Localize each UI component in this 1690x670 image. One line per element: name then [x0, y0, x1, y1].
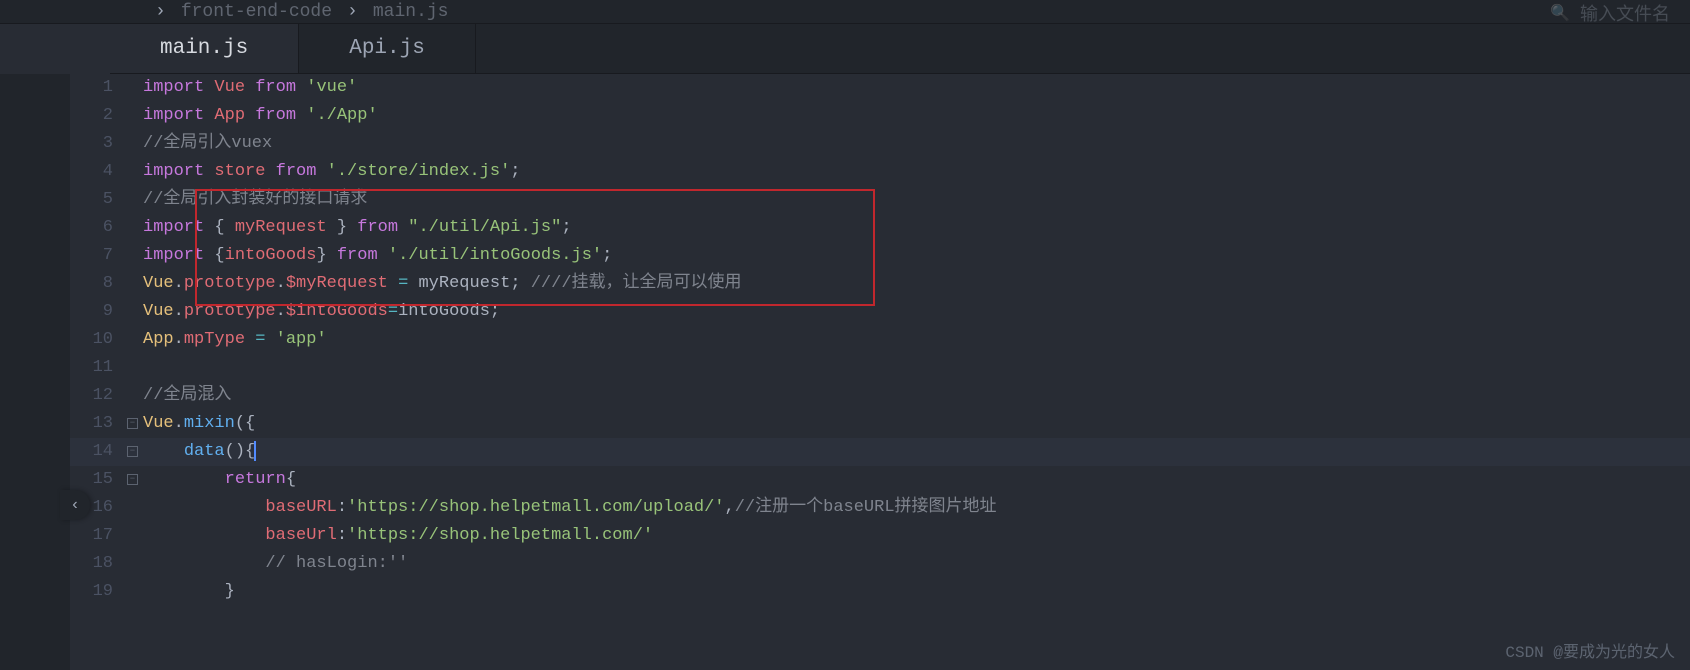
line-text[interactable]: Vue.prototype.$intoGoods=intoGoods;	[143, 298, 500, 326]
fold-gutter	[125, 578, 143, 606]
fold-marker-icon[interactable]: −	[127, 474, 138, 485]
fold-gutter	[125, 354, 143, 382]
code-line[interactable]: 17 baseUrl:'https://shop.helpetmall.com/…	[70, 522, 1690, 550]
fold-gutter	[125, 382, 143, 410]
line-number: 12	[70, 382, 125, 410]
code-line[interactable]: 13−Vue.mixin({	[70, 410, 1690, 438]
breadcrumb: › front-end-code › main.js	[155, 2, 448, 22]
line-text[interactable]: baseUrl:'https://shop.helpetmall.com/'	[143, 522, 653, 550]
code-line[interactable]: 8 Vue.prototype.$myRequest = myRequest; /…	[70, 270, 1690, 298]
line-number: 6	[70, 214, 125, 242]
code-line[interactable]: 6 import { myRequest } from "./util/Api.j…	[70, 214, 1690, 242]
line-number: 10	[70, 326, 125, 354]
line-number: 13	[70, 410, 125, 438]
line-number: 17	[70, 522, 125, 550]
line-text[interactable]: Vue.mixin({	[143, 410, 255, 438]
fold-gutter	[125, 298, 143, 326]
fold-gutter	[125, 522, 143, 550]
code-line[interactable]: 3 //全局引入vuex	[70, 130, 1690, 158]
line-text[interactable]: //全局引入vuex	[143, 130, 272, 158]
collapse-sidebar-button[interactable]: ‹	[60, 490, 90, 520]
line-text[interactable]: }	[143, 578, 235, 606]
code-line[interactable]: 10 App.mpType = 'app'	[70, 326, 1690, 354]
tab-main-js[interactable]: main.js	[110, 24, 299, 73]
line-text[interactable]: Vue.prototype.$myRequest = myRequest; //…	[143, 270, 742, 298]
fold-gutter	[125, 214, 143, 242]
fold-marker-icon[interactable]: −	[127, 418, 138, 429]
fold-gutter	[125, 74, 143, 102]
line-number: 1	[70, 74, 125, 102]
line-text[interactable]: import Vue from 'vue'	[143, 74, 357, 102]
line-text[interactable]: //全局引入封装好的接口请求	[143, 186, 367, 214]
code-line[interactable]: 15− return{	[70, 466, 1690, 494]
line-number: 7	[70, 242, 125, 270]
breadcrumb-item[interactable]: front-end-code	[181, 2, 332, 22]
search-icon: 🔍	[1550, 3, 1570, 23]
fold-gutter	[125, 186, 143, 214]
sidebar-left	[0, 74, 70, 670]
code-line[interactable]: 11	[70, 354, 1690, 382]
watermark: CSDN @要成为光的女人	[1505, 638, 1675, 662]
code-line[interactable]: 18 // hasLogin:''	[70, 550, 1690, 578]
fold-marker-icon[interactable]: −	[127, 446, 138, 457]
line-number: 4	[70, 158, 125, 186]
line-text[interactable]: return{	[143, 466, 296, 494]
fold-gutter	[125, 242, 143, 270]
line-number: 18	[70, 550, 125, 578]
code-line[interactable]: 5 //全局引入封装好的接口请求	[70, 186, 1690, 214]
code-content[interactable]: 1 import Vue from 'vue' 2 import App from '…	[70, 74, 1690, 670]
code-line[interactable]: 2 import App from './App'	[70, 102, 1690, 130]
fold-gutter	[125, 494, 143, 522]
search-placeholder: 输入文件名	[1580, 0, 1670, 26]
breadcrumb-item[interactable]: main.js	[373, 2, 449, 22]
line-text[interactable]: import App from './App'	[143, 102, 378, 130]
text-cursor	[254, 441, 256, 461]
line-number: 8	[70, 270, 125, 298]
code-line[interactable]: 16 baseURL:'https://shop.helpetmall.com/…	[70, 494, 1690, 522]
search-area[interactable]: 🔍 输入文件名	[1550, 0, 1670, 26]
chevron-left-icon: ‹	[70, 496, 80, 514]
code-line[interactable]: 1 import Vue from 'vue'	[70, 74, 1690, 102]
tabs-bar: main.js Api.js	[110, 24, 1690, 74]
code-line[interactable]: 9 Vue.prototype.$intoGoods=intoGoods;	[70, 298, 1690, 326]
line-number: 19	[70, 578, 125, 606]
line-number: 5	[70, 186, 125, 214]
breadcrumb-sep: ›	[347, 2, 358, 22]
line-text[interactable]: import store from './store/index.js';	[143, 158, 521, 186]
line-text[interactable]: // hasLogin:''	[143, 550, 408, 578]
code-line[interactable]: 4 import store from './store/index.js';	[70, 158, 1690, 186]
fold-gutter: −	[125, 466, 143, 494]
code-line[interactable]: 7 import {intoGoods} from './util/intoGoo…	[70, 242, 1690, 270]
line-text[interactable]: baseURL:'https://shop.helpetmall.com/upl…	[143, 494, 997, 522]
breadcrumb-sep: ›	[155, 2, 166, 22]
code-line[interactable]: 19 }	[70, 578, 1690, 606]
fold-gutter	[125, 550, 143, 578]
line-number: 9	[70, 298, 125, 326]
fold-gutter	[125, 270, 143, 298]
editor-area: 1 import Vue from 'vue' 2 import App from '…	[0, 74, 1690, 670]
line-number: 11	[70, 354, 125, 382]
line-text[interactable]: import { myRequest } from "./util/Api.js…	[143, 214, 572, 242]
code-line[interactable]: 12 //全局混入	[70, 382, 1690, 410]
line-text[interactable]: App.mpType = 'app'	[143, 326, 327, 354]
fold-gutter	[125, 158, 143, 186]
fold-gutter: −	[125, 438, 143, 466]
fold-gutter	[125, 102, 143, 130]
line-text[interactable]: import {intoGoods} from './util/intoGood…	[143, 242, 612, 270]
line-number: 14	[70, 438, 125, 466]
line-number: 3	[70, 130, 125, 158]
code-line[interactable]: 14− data(){	[70, 438, 1690, 466]
fold-gutter	[125, 326, 143, 354]
top-bar: › front-end-code › main.js 🔍 输入文件名	[0, 0, 1690, 24]
line-text[interactable]: data(){	[143, 438, 256, 466]
line-number: 2	[70, 102, 125, 130]
fold-gutter	[125, 130, 143, 158]
tab-api-js[interactable]: Api.js	[299, 24, 476, 73]
line-text[interactable]: //全局混入	[143, 382, 231, 410]
fold-gutter: −	[125, 410, 143, 438]
